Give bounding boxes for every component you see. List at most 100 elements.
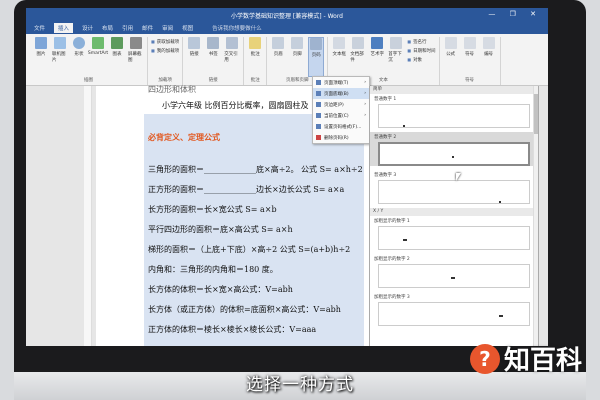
tab-insert[interactable]: 插入 [54,23,74,33]
tab-mailings[interactable]: 邮件 [142,24,153,32]
quick-parts-button[interactable]: 文档部件 [350,37,366,77]
doc-line: 平行四边形的面积＝底×高公式 S= a×h [148,225,293,234]
gallery-section-xy: X / Y [370,208,538,216]
textbox-icon [333,37,346,49]
page-thumbnail [378,104,530,128]
page-bottom-icon [316,91,321,96]
quick-parts-icon [352,37,365,49]
page-top-icon [316,80,321,85]
signature-line-button[interactable]: 签名行 [407,39,435,45]
menu-item-bottom-of-page[interactable]: 页面底端(B) › [313,88,369,99]
online-pictures-button[interactable]: 联机图片 [52,37,68,77]
menu-item-page-margins[interactable]: 页边距(P) › [313,99,369,110]
tab-layout[interactable]: 布局 [102,24,113,32]
shapes-button[interactable]: 形状 [71,37,87,77]
page-thumbnail [378,226,530,250]
ribbon: 图片 联机图片 形状 SmartArt 图表 屏幕截图 插图 获取加载项 我的加… [26,34,548,86]
equation-button[interactable]: 公式 [443,37,459,77]
smartart-button[interactable]: SmartArt [88,37,108,77]
menu-item-current-position[interactable]: 当前位置(C) › [313,110,369,121]
tab-design[interactable]: 设计 [82,24,93,32]
numbering-icon [482,37,495,49]
link-icon [188,37,201,49]
bookmark-button[interactable]: 书签 [205,37,221,77]
symbol-button[interactable]: 符号 [462,37,478,77]
picture-icon [35,37,47,49]
gallery-item[interactable]: 普通数字 1 [370,94,538,128]
menu-item-top-of-page[interactable]: 页面顶端(T) › [313,77,369,88]
remove-icon [316,135,321,140]
numbering-button[interactable]: 编号 [481,37,497,77]
wordart-button[interactable]: 艺术字 [369,37,385,77]
doc-line: 正方体的体积＝棱长×棱长×棱长公式：V=aaa [148,325,317,334]
page-number-dot [499,201,501,203]
tell-me-box[interactable]: 告诉我你想要做什么 [212,24,262,32]
doc-line: 梯形的面积＝（上底+下底）×高÷2 公式 S=(a+b)h÷2 [148,245,351,254]
chart-button[interactable]: 图表 [109,37,125,77]
comment-button[interactable]: 批注 [247,37,263,77]
screenshot-button[interactable]: 屏幕截图 [128,37,144,77]
gallery-item[interactable]: 普通数字 3 [370,170,538,204]
menu-item-remove-page-numbers[interactable]: 删除页码(R) [313,132,369,143]
drop-cap-button[interactable]: 首字下沉 [388,37,404,77]
page-number-dot [451,277,455,279]
menu-item-format-page-numbers[interactable]: 设置页码格式(F)... [313,121,369,132]
tab-view[interactable]: 视图 [182,24,193,32]
cross-reference-icon [226,37,239,49]
doc-line: 内角和：三角形的内角和＝180 度。 [148,265,278,274]
page-number-dot [403,125,405,127]
page-number-gallery: 简单 普通数字 1 普通数字 2 普通数字 3 X / Y 加粗显示的数字 1 … [369,86,539,346]
page-thumbnail [378,302,530,326]
gallery-item-selected[interactable]: 普通数字 2 [370,132,538,166]
gallery-item[interactable]: 加粗显示的数字 3 [370,292,538,326]
page-number-dot [452,156,454,158]
vertical-ruler [84,86,92,346]
date-time-button[interactable]: 日期和时间 [407,48,436,54]
page-number-icon [310,38,323,50]
logo-text: 知百科 [503,346,582,376]
page-number-dot [499,315,503,317]
shapes-icon [73,37,85,49]
wordart-icon [371,37,384,49]
header-button[interactable]: 页眉 [270,37,286,77]
tab-review[interactable]: 审阅 [162,24,173,32]
link-button[interactable]: 链接 [186,37,202,77]
question-mark-icon: ? [469,343,500,374]
chevron-right-icon: › [364,91,366,96]
bookmark-icon [207,37,220,49]
group-label: 批注 [250,78,260,83]
group-label: 符号 [465,78,475,83]
globe-picture-icon [54,37,66,49]
chevron-right-icon: › [364,113,366,118]
object-button[interactable]: 对象 [407,57,435,63]
tab-file[interactable]: 文件 [34,24,45,32]
cross-reference-button[interactable]: 交叉引用 [224,37,240,77]
page-margin-icon [316,102,321,107]
get-addins-button[interactable]: 获取加载项 [151,39,180,45]
current-position-icon [316,113,321,118]
gallery-item[interactable]: 加粗显示的数字 1 [370,216,538,250]
page-number-button[interactable]: 页码 [308,37,325,77]
doc-line: 长方体的体积＝长×宽×高公式：V=abh [148,285,293,294]
window-controls[interactable]: — ❐ ✕ [488,10,542,18]
doc-heading: 必背定义、定理公式 [148,132,220,142]
smartart-icon [92,37,104,49]
tab-references[interactable]: 引用 [122,24,133,32]
gallery-item[interactable]: 加粗显示的数字 2 [370,254,538,288]
doc-line: 四边形和体积 [148,85,196,94]
gallery-scrollbar[interactable] [533,86,538,346]
footer-button[interactable]: 页脚 [289,37,305,77]
pictures-button[interactable]: 图片 [33,37,49,77]
page-thumbnail [378,180,530,204]
group-label: 插图 [84,78,93,83]
doc-line: 三角形的面积＝_____________底×高÷2。 公式 S= a×h÷2 [148,165,363,174]
format-icon [316,124,321,129]
scroll-thumb[interactable] [534,94,538,134]
textbox-button[interactable]: 文本框 [331,37,347,77]
group-links: 链接 书签 交叉引用 链接 [183,37,245,85]
page-number-dot [403,239,407,241]
window-title: 小学数学基础知识整理 [兼容模式] - Word [231,12,343,20]
chevron-right-icon: › [364,80,366,85]
pi-icon [444,37,457,49]
group-illustrations: 图片 联机图片 形状 SmartArt 图表 屏幕截图 插图 [30,37,148,85]
